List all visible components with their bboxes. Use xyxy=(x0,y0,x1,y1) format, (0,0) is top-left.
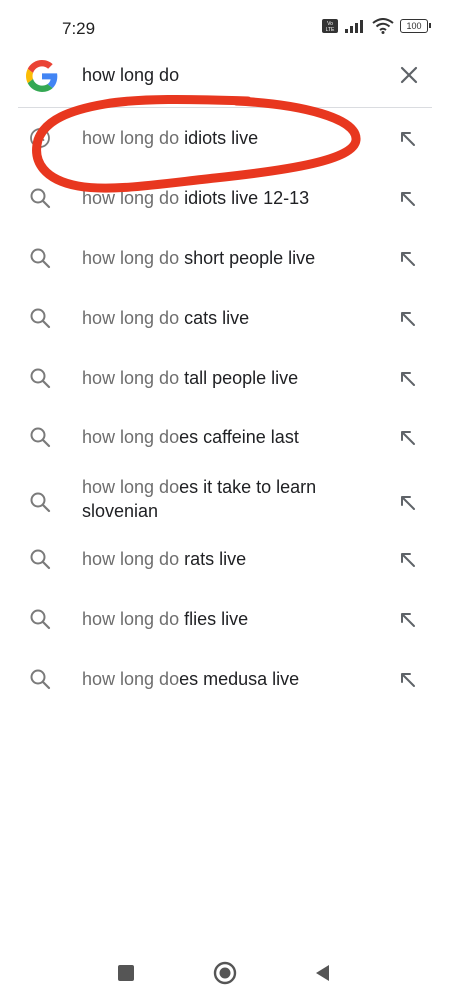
suggestion-completion: tall people live xyxy=(179,368,299,388)
search-icon xyxy=(30,188,51,209)
battery-indicator: 100 xyxy=(400,19,431,33)
suggestion-completion: short people live xyxy=(179,248,316,268)
suggestion-completion: es caffeine last xyxy=(179,427,299,447)
search-icon xyxy=(30,368,51,389)
suggestion-completion: es medusa live xyxy=(179,669,300,689)
suggestion-prefix: how long do xyxy=(82,669,180,689)
search-icon xyxy=(30,427,51,448)
suggestion-text: how long do cats live xyxy=(82,306,382,330)
suggestion-text: how long do tall people live xyxy=(82,366,382,390)
fill-query-arrow-icon[interactable] xyxy=(398,550,418,570)
suggestion-completion: idiots live xyxy=(179,128,259,148)
search-icon xyxy=(30,549,51,570)
suggestion-prefix: how long do xyxy=(82,549,180,569)
suggestion-item[interactable]: how long do flies live xyxy=(0,598,450,658)
suggestion-text: how long does it take to learn slovenian xyxy=(82,475,352,523)
suggestion-item[interactable]: how long do cats live xyxy=(0,288,450,348)
search-icon xyxy=(30,308,51,329)
signal-icon xyxy=(345,20,363,33)
battery-level: 100 xyxy=(406,21,422,31)
fill-query-arrow-icon[interactable] xyxy=(398,249,418,269)
search-icon xyxy=(30,492,51,513)
suggestion-prefix: how long do xyxy=(82,609,180,629)
suggestion-completion: cats live xyxy=(179,308,250,328)
fill-query-arrow-icon[interactable] xyxy=(398,189,418,209)
suggestion-item[interactable]: how long do idiots live xyxy=(0,108,450,168)
fill-query-arrow-icon[interactable] xyxy=(398,493,418,513)
svg-text:LTE: LTE xyxy=(326,27,335,33)
recents-square-icon[interactable] xyxy=(113,960,139,986)
back-triangle-icon[interactable] xyxy=(310,960,336,986)
search-icon xyxy=(30,669,51,690)
suggestion-item[interactable]: how long does it take to learn slovenian xyxy=(0,466,450,538)
suggestion-prefix: how long do xyxy=(82,188,180,208)
suggestion-prefix: how long do xyxy=(82,477,180,497)
suggestion-text: how long do rats live xyxy=(82,547,382,571)
suggestion-item[interactable]: how long does medusa live xyxy=(0,658,450,718)
search-input[interactable]: how long do xyxy=(82,65,179,86)
suggestion-prefix: how long do xyxy=(82,368,180,388)
suggestion-item[interactable]: how long does caffeine last xyxy=(0,408,450,466)
close-icon[interactable] xyxy=(398,64,420,86)
suggestion-item[interactable]: how long do rats live xyxy=(0,538,450,598)
history-icon xyxy=(30,128,50,148)
volte-icon: Vo LTE xyxy=(322,19,338,33)
suggestion-prefix: how long do xyxy=(82,308,180,328)
suggestion-text: how long do short people live xyxy=(82,246,382,270)
suggestion-completion: rats live xyxy=(179,549,247,569)
suggestion-item[interactable]: how long do idiots live 12-13 xyxy=(0,168,450,228)
search-icon xyxy=(30,248,51,269)
suggestion-text: how long do idiots live xyxy=(82,126,382,150)
suggestion-item[interactable]: how long do short people live xyxy=(0,228,450,288)
suggestion-text: how long do flies live xyxy=(82,607,382,631)
navigation-bar xyxy=(0,946,450,1000)
fill-query-arrow-icon[interactable] xyxy=(398,428,418,448)
fill-query-arrow-icon[interactable] xyxy=(398,129,418,149)
fill-query-arrow-icon[interactable] xyxy=(398,610,418,630)
suggestion-item[interactable]: how long do tall people live xyxy=(0,348,450,408)
search-bar: how long do xyxy=(0,52,450,102)
suggestion-prefix: how long do xyxy=(82,427,180,447)
fill-query-arrow-icon[interactable] xyxy=(398,670,418,690)
suggestion-prefix: how long do xyxy=(82,128,180,148)
status-bar: 7:29 Vo LTE 100 xyxy=(0,0,450,56)
suggestion-completion: flies live xyxy=(179,609,249,629)
suggestion-text: how long does medusa live xyxy=(82,667,382,691)
suggestion-prefix: how long do xyxy=(82,248,180,268)
fill-query-arrow-icon[interactable] xyxy=(398,309,418,329)
wifi-icon xyxy=(372,18,394,34)
fill-query-arrow-icon[interactable] xyxy=(398,369,418,389)
suggestion-text: how long does caffeine last xyxy=(82,425,382,449)
suggestion-text: how long do idiots live 12-13 xyxy=(82,186,382,210)
google-logo-icon xyxy=(26,60,58,92)
suggestion-completion: idiots live 12-13 xyxy=(179,188,310,208)
home-circle-icon[interactable] xyxy=(212,960,238,986)
status-time: 7:29 xyxy=(62,19,96,38)
status-icons: Vo LTE 100 xyxy=(322,18,431,34)
search-icon xyxy=(30,609,51,630)
